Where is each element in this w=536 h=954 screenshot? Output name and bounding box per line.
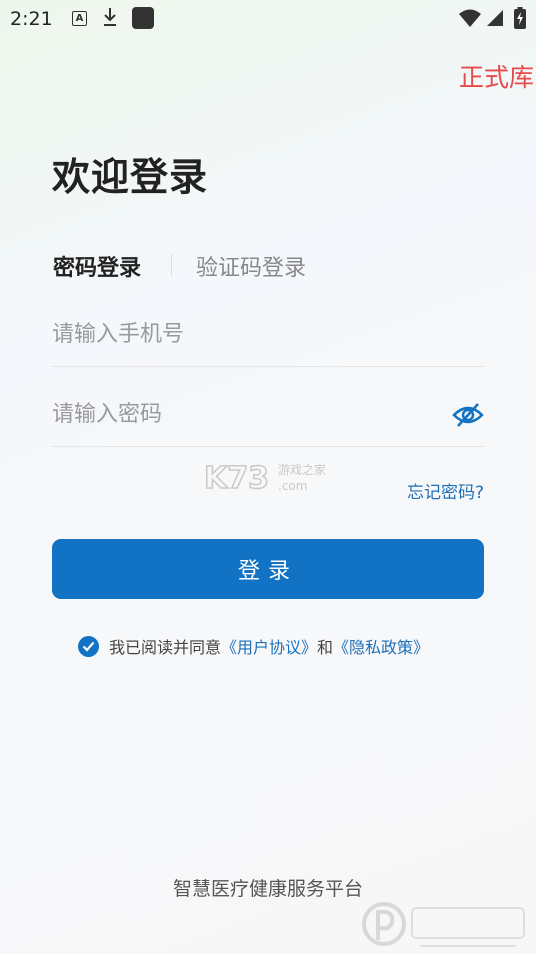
svg-text:.com: .com — [278, 479, 307, 493]
user-agreement-link[interactable]: 《用户协议》 — [221, 634, 317, 658]
login-button[interactable]: 登录 — [52, 539, 484, 599]
page-title: 欢迎登录 — [52, 155, 209, 199]
phone-input[interactable] — [52, 306, 432, 362]
svg-text:K73: K73 — [204, 461, 269, 494]
password-input[interactable] — [52, 386, 432, 442]
forgot-password-link[interactable]: 忘记密码? — [407, 478, 484, 503]
tab-sms-login[interactable]: 验证码登录 — [196, 250, 306, 282]
status-time: 2:21 — [10, 8, 53, 30]
download-icon — [104, 8, 116, 26]
environment-label: 正式库 — [458, 63, 534, 92]
check-icon — [82, 641, 95, 652]
agreement-checkbox[interactable] — [78, 635, 99, 657]
wifi-icon — [459, 9, 481, 27]
tab-divider — [171, 254, 172, 276]
text-a-icon: A — [72, 11, 87, 26]
privacy-policy-link[interactable]: 《隐私政策》 — [333, 634, 429, 658]
svg-text:游戏之家: 游戏之家 — [278, 462, 326, 477]
agreement-and-text: 和 — [317, 638, 334, 657]
signal-icon — [487, 10, 503, 26]
phone-field — [52, 306, 484, 367]
corner-watermark-logo — [362, 902, 525, 947]
battery-icon — [514, 7, 526, 29]
eye-hidden-icon[interactable] — [452, 402, 484, 428]
agreement-row: 我已阅读并同意 《用户协议》 和 《隐私政策》 — [78, 634, 429, 658]
password-field — [52, 386, 484, 447]
app-square-icon — [132, 7, 154, 29]
status-bar: 2:21 A — [0, 0, 536, 38]
watermark-logo: K73 游戏之家 .com — [204, 460, 326, 494]
agreement-text: 我已阅读并同意 — [109, 638, 222, 657]
tab-password-login[interactable]: 密码登录 — [53, 250, 141, 282]
